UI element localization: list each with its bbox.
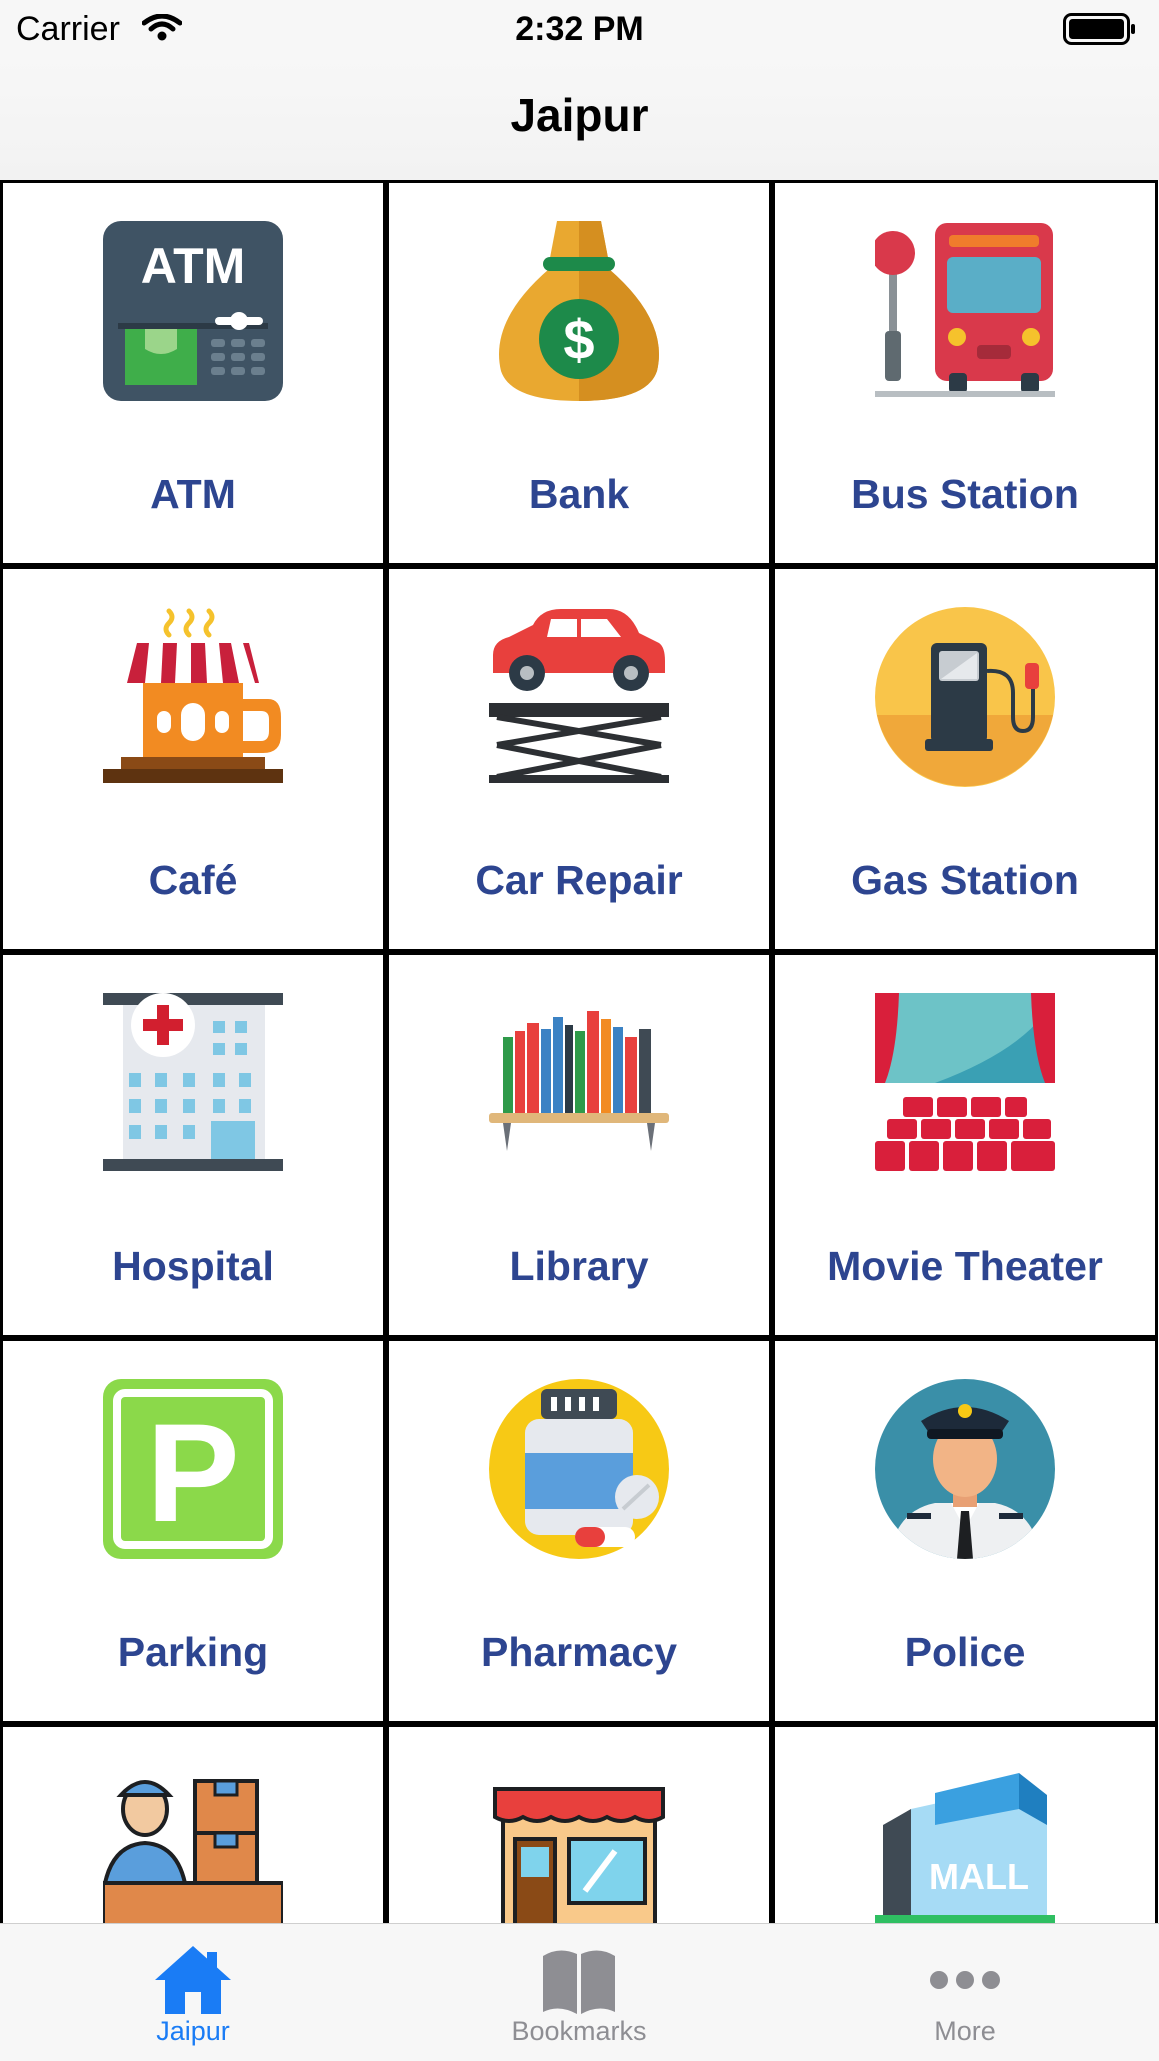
medicine-bottle-icon bbox=[489, 1379, 669, 1559]
money-bag-icon: $ bbox=[499, 221, 659, 401]
category-label: Movie Theater bbox=[827, 1243, 1103, 1289]
bus-stop-icon bbox=[875, 223, 1055, 397]
category-atm[interactable]: ATM ATM bbox=[0, 180, 386, 566]
book-icon bbox=[543, 1950, 615, 2014]
home-icon bbox=[155, 1946, 231, 2014]
cafe-icon bbox=[103, 608, 283, 783]
category-store[interactable] bbox=[386, 1724, 772, 1923]
category-label: Car Repair bbox=[475, 857, 683, 903]
tab-label: Bookmarks bbox=[511, 2016, 647, 2046]
category-label: Parking bbox=[117, 1629, 269, 1675]
navigation-bar: Jaipur bbox=[0, 58, 1159, 180]
category-car-repair[interactable]: Car Repair bbox=[386, 566, 772, 952]
svg-text:$: $ bbox=[563, 308, 594, 371]
category-label: Police bbox=[904, 1629, 1026, 1675]
status-time: 2:32 PM bbox=[515, 10, 644, 48]
category-pharmacy[interactable]: Pharmacy bbox=[386, 1338, 772, 1724]
battery-icon bbox=[1063, 13, 1135, 45]
category-library[interactable]: Library bbox=[386, 952, 772, 1338]
category-label: Bank bbox=[528, 471, 630, 517]
hospital-icon bbox=[103, 993, 283, 1171]
courier-icon bbox=[103, 1779, 283, 1923]
category-label: Library bbox=[509, 1243, 649, 1289]
category-police[interactable]: Police bbox=[772, 1338, 1158, 1724]
category-cafe[interactable]: Café bbox=[0, 566, 386, 952]
category-label: ATM bbox=[150, 471, 236, 517]
tab-label: Jaipur bbox=[156, 2016, 230, 2046]
category-mall[interactable]: MALL bbox=[772, 1724, 1158, 1923]
page-title: Jaipur bbox=[510, 89, 649, 141]
tab-jaipur[interactable]: Jaipur bbox=[0, 1924, 386, 2061]
category-grid: ATM ATM $ Bank Bus Station Café Car Repa… bbox=[0, 180, 1159, 1923]
category-hospital[interactable]: Hospital bbox=[0, 952, 386, 1338]
svg-text:P: P bbox=[146, 1394, 239, 1551]
theater-icon bbox=[875, 993, 1055, 1171]
category-bus-station[interactable]: Bus Station bbox=[772, 180, 1158, 566]
more-icon bbox=[930, 1971, 1000, 1989]
fuel-pump-icon bbox=[875, 607, 1055, 787]
atm-icon: ATM bbox=[103, 221, 283, 401]
status-bar: Carrier 2:32 PM bbox=[0, 0, 1159, 58]
car-lift-icon bbox=[489, 609, 669, 783]
category-label: Pharmacy bbox=[480, 1629, 677, 1675]
category-gas-station[interactable]: Gas Station bbox=[772, 566, 1158, 952]
category-label: Hospital bbox=[112, 1243, 274, 1289]
svg-text:MALL: MALL bbox=[929, 1856, 1029, 1897]
category-label: Bus Station bbox=[851, 471, 1079, 517]
tab-bar: Jaipur Bookmarks More bbox=[0, 1923, 1159, 2061]
police-officer-icon bbox=[875, 1379, 1055, 1559]
screen: Carrier 2:32 PM Jaipur ATM ATM $ Bank Bu… bbox=[0, 0, 1159, 2061]
category-label: Café bbox=[148, 857, 238, 903]
tab-label: More bbox=[934, 2016, 996, 2046]
category-bank[interactable]: $ Bank bbox=[386, 180, 772, 566]
svg-text:ATM: ATM bbox=[141, 238, 246, 294]
tab-bookmarks[interactable]: Bookmarks bbox=[386, 1924, 772, 2061]
bookshelf-icon bbox=[489, 1011, 669, 1151]
category-courier[interactable] bbox=[0, 1724, 386, 1923]
tab-more[interactable]: More bbox=[772, 1924, 1158, 2061]
category-parking[interactable]: P Parking bbox=[0, 1338, 386, 1724]
mall-icon: MALL bbox=[875, 1773, 1055, 1923]
store-icon bbox=[493, 1787, 665, 1923]
category-label: Gas Station bbox=[851, 857, 1079, 903]
category-movie-theater[interactable]: Movie Theater bbox=[772, 952, 1158, 1338]
parking-icon: P bbox=[103, 1379, 283, 1559]
